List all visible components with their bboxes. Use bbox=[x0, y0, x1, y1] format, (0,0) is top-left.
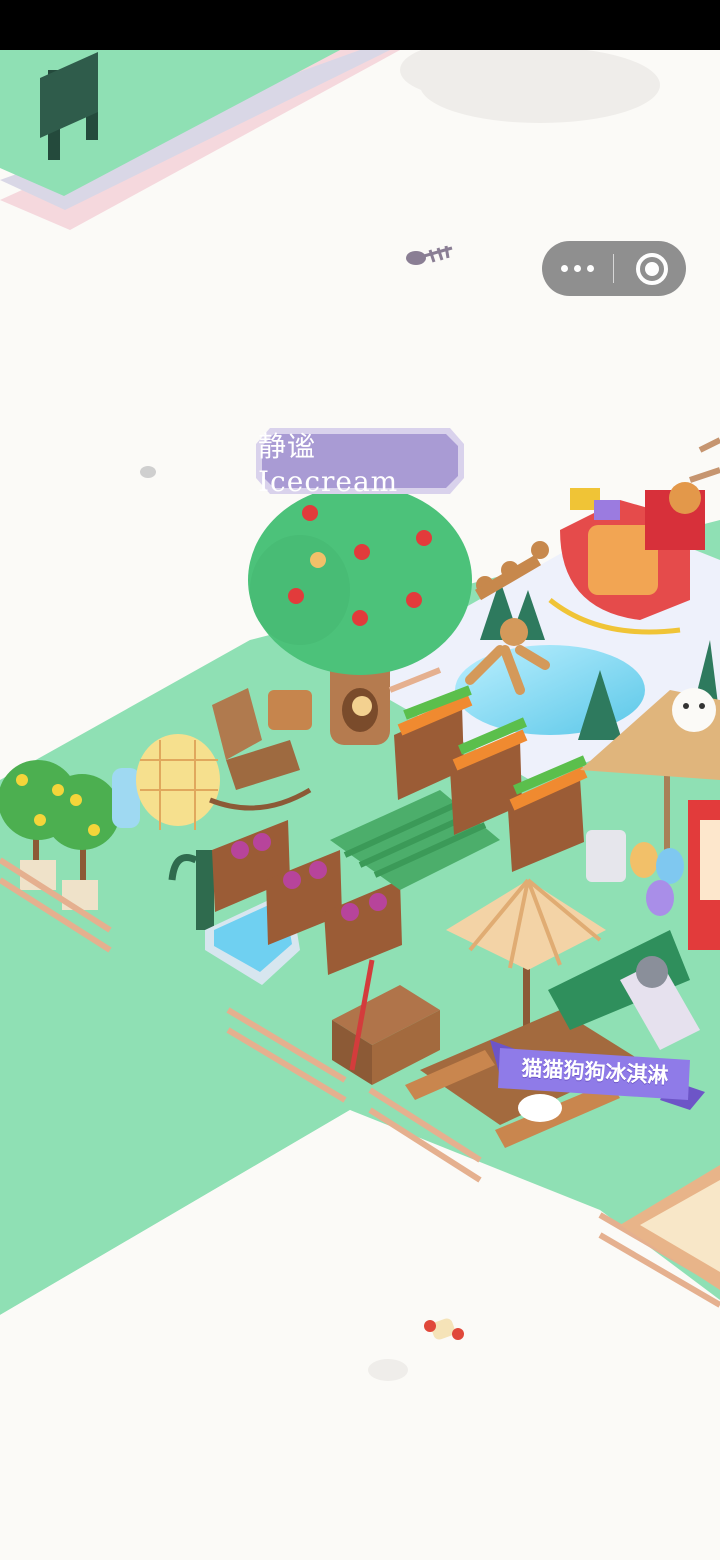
player-name-label: 静谧 Icecream bbox=[258, 429, 399, 498]
garden-scene[interactable] bbox=[0, 0, 720, 1560]
status-bar bbox=[0, 0, 720, 50]
close-button[interactable] bbox=[614, 241, 686, 296]
shadow-spot bbox=[368, 1359, 408, 1381]
fishbone[interactable] bbox=[406, 245, 453, 265]
ice-pond bbox=[455, 645, 645, 735]
more-button[interactable] bbox=[542, 241, 613, 296]
mini-program-capsule bbox=[542, 241, 686, 296]
vending-machine[interactable] bbox=[688, 800, 720, 950]
pebble bbox=[140, 466, 156, 478]
